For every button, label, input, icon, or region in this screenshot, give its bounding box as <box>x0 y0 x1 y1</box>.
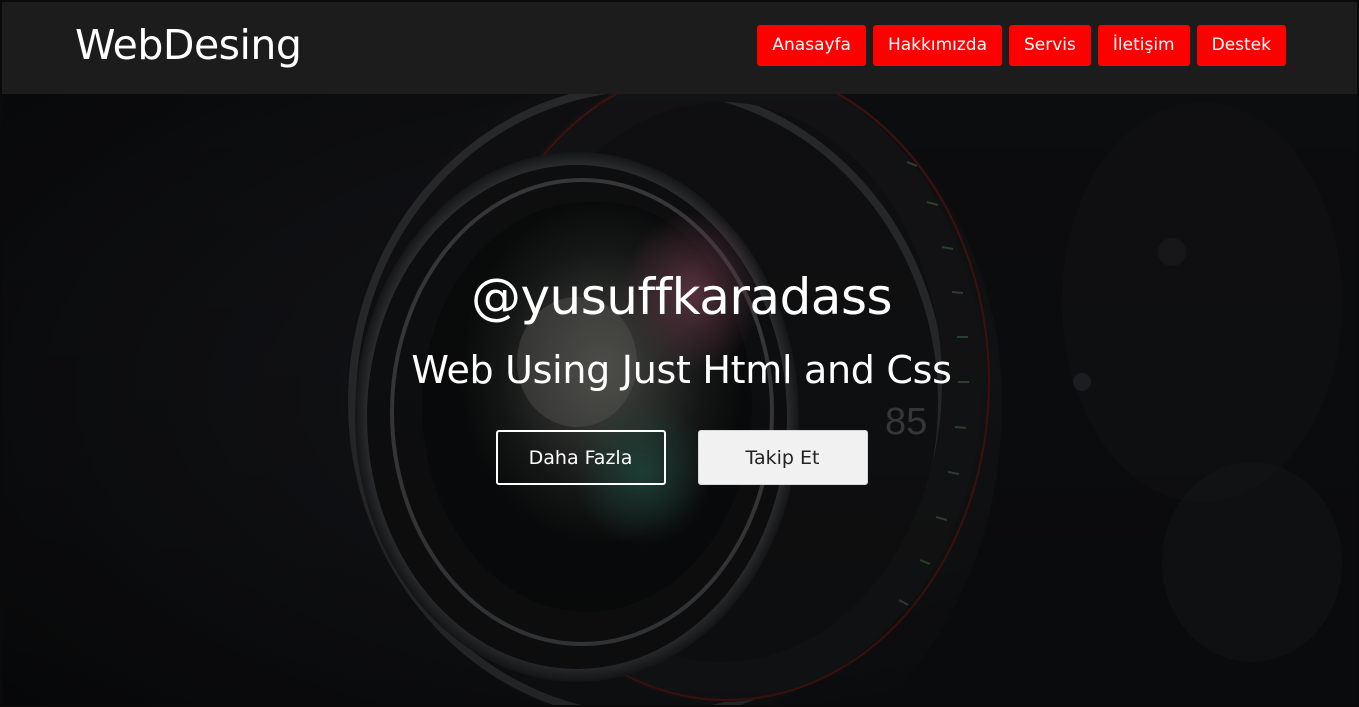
hero-button-row: Daha Fazla Takip Et <box>2 430 1357 485</box>
nav-item-destek[interactable]: Destek <box>1196 24 1286 66</box>
nav-item-servis[interactable]: Servis <box>1008 24 1091 66</box>
hero-subtitle: Web Using Just Html and Css <box>411 348 952 392</box>
page: 85 WebDesing Anasayfa Hakkımızda Servis … <box>0 0 1359 707</box>
site-header: WebDesing Anasayfa Hakkımızda Servis İle… <box>2 2 1357 94</box>
nav-item-anasayfa[interactable]: Anasayfa <box>757 24 866 66</box>
hero-section: @yusuffkaradass Web Using Just Html and … <box>2 94 1357 705</box>
takip-et-button[interactable]: Takip Et <box>697 430 868 485</box>
nav-item-hakkimizda[interactable]: Hakkımızda <box>872 24 1002 66</box>
nav-item-iletisim[interactable]: İletişim <box>1097 24 1190 66</box>
daha-fazla-button[interactable]: Daha Fazla <box>495 430 666 485</box>
site-logo[interactable]: WebDesing <box>75 21 302 69</box>
hero-title: @yusuffkaradass <box>470 268 893 326</box>
main-nav: Anasayfa Hakkımızda Servis İletişim Dest… <box>757 24 1286 66</box>
